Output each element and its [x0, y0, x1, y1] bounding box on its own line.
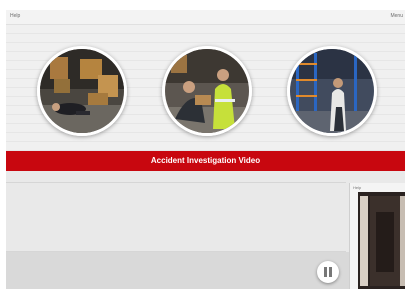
- first-aid-responders-photo[interactable]: [162, 46, 252, 136]
- warehouse-racking-inspection-photo[interactable]: [287, 46, 377, 136]
- pause-button[interactable]: [317, 261, 339, 283]
- video-preview[interactable]: [358, 192, 405, 289]
- app-window: Help Menu Accident Investigation Video H…: [6, 10, 405, 289]
- panel-help-link[interactable]: Help: [353, 185, 361, 190]
- side-panel: Help: [349, 183, 405, 289]
- divider: [6, 182, 346, 183]
- video-title: Accident Investigation Video: [150, 156, 261, 165]
- top-bar: Help Menu: [6, 10, 405, 25]
- help-link[interactable]: Help: [10, 13, 20, 19]
- pause-icon: [329, 267, 332, 277]
- pause-icon: [324, 267, 327, 277]
- player-controls-bar: [6, 252, 405, 289]
- video-title-banner: Accident Investigation Video: [6, 151, 405, 171]
- photo-area: [6, 25, 405, 151]
- warehouse-injured-worker-photo[interactable]: [37, 46, 127, 136]
- menu-link[interactable]: Menu: [390, 13, 403, 19]
